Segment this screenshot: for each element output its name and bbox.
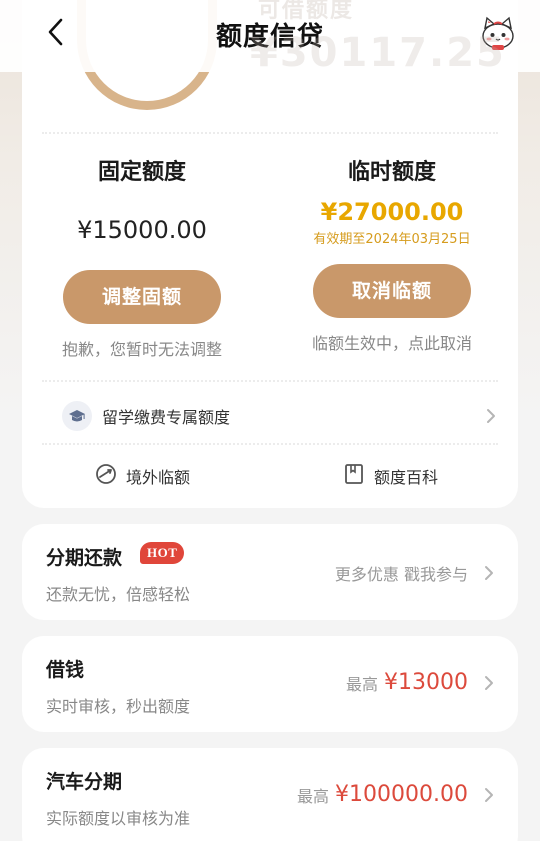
adjust-fixed-quota-button[interactable]: 调整固额	[63, 270, 221, 324]
card-max-amount: 最高 ¥100000.00	[297, 782, 496, 807]
divider	[42, 443, 498, 445]
card-promo: 更多优惠 戳我参与	[335, 561, 496, 585]
quota-card: 固定额度 ¥15000.00 调整固额 抱歉，您暂时无法调整 临时额度 ¥270…	[22, 0, 518, 508]
temporary-quota-title: 临时额度	[347, 160, 436, 185]
temporary-quota-note[interactable]: 临额生效中，点此取消	[282, 332, 502, 356]
quota-encyclopedia-label: 额度百科	[374, 468, 439, 487]
graduation-cap-icon	[62, 401, 92, 431]
fixed-quota-title: 固定额度	[97, 160, 186, 185]
fixed-quota-section: 固定额度 ¥15000.00 调整固额 抱歉，您暂时无法调整	[32, 156, 252, 362]
borrow-money-card[interactable]: 借钱 实时审核，秒出额度 最高 ¥13000	[22, 636, 518, 732]
chevron-right-icon	[482, 785, 496, 805]
available-quota-ghost-amount: ¥30117.25	[250, 30, 506, 76]
installment-repay-card[interactable]: 分期还款 HOT 还款无忧，倍感轻松 更多优惠 戳我参与	[22, 524, 518, 620]
divider	[42, 132, 498, 134]
card-title: 借钱	[46, 659, 85, 681]
available-quota-ghost-label: 可借额度	[258, 0, 355, 23]
study-abroad-quota-row[interactable]: 留学缴费专属额度	[62, 398, 498, 434]
card-subtitle: 实际额度以审核为准	[46, 809, 191, 828]
temporary-quota-section: 临时额度 ¥27000.00 有效期至2024年03月25日 取消临额 临额生效…	[282, 156, 502, 356]
promo-text: 更多优惠 戳我参与	[334, 565, 468, 584]
hot-badge: HOT	[140, 542, 185, 564]
car-installment-card[interactable]: 汽车分期 实际额度以审核为准 最高 ¥100000.00	[22, 748, 518, 841]
fixed-quota-note: 抱歉，您暂时无法调整	[61, 340, 222, 359]
quota-encyclopedia-button[interactable]: 额度百科	[342, 460, 438, 492]
card-subtitle: 实时审核，秒出额度	[46, 697, 191, 716]
card-title: 汽车分期	[46, 771, 123, 793]
temporary-quota-validity: 有效期至2024年03月25日	[313, 232, 471, 247]
overseas-temp-quota-label: 境外临额	[126, 468, 191, 487]
globe-plane-icon	[94, 462, 118, 490]
study-abroad-quota-label: 留学缴费专属额度	[102, 408, 231, 427]
chevron-right-icon	[484, 406, 498, 426]
overseas-temp-quota-button[interactable]: 境外临额	[94, 460, 190, 492]
max-amount: ¥13000	[384, 670, 468, 695]
fixed-quota-amount: ¥15000.00	[77, 216, 207, 244]
max-prefix: 最高	[297, 786, 330, 806]
chevron-right-icon	[482, 563, 496, 583]
divider	[42, 380, 498, 382]
cancel-temporary-quota-button[interactable]: 取消临额	[313, 264, 471, 318]
max-amount: ¥100000.00	[335, 782, 468, 807]
chevron-right-icon	[482, 673, 496, 693]
temporary-quota-amount: ¥27000.00	[320, 198, 464, 226]
book-icon	[342, 462, 366, 490]
max-prefix: 最高	[346, 674, 379, 694]
card-title: 分期还款	[46, 547, 123, 569]
card-max-amount: 最高 ¥13000	[346, 670, 496, 695]
card-subtitle: 还款无忧，倍感轻松	[46, 585, 191, 604]
